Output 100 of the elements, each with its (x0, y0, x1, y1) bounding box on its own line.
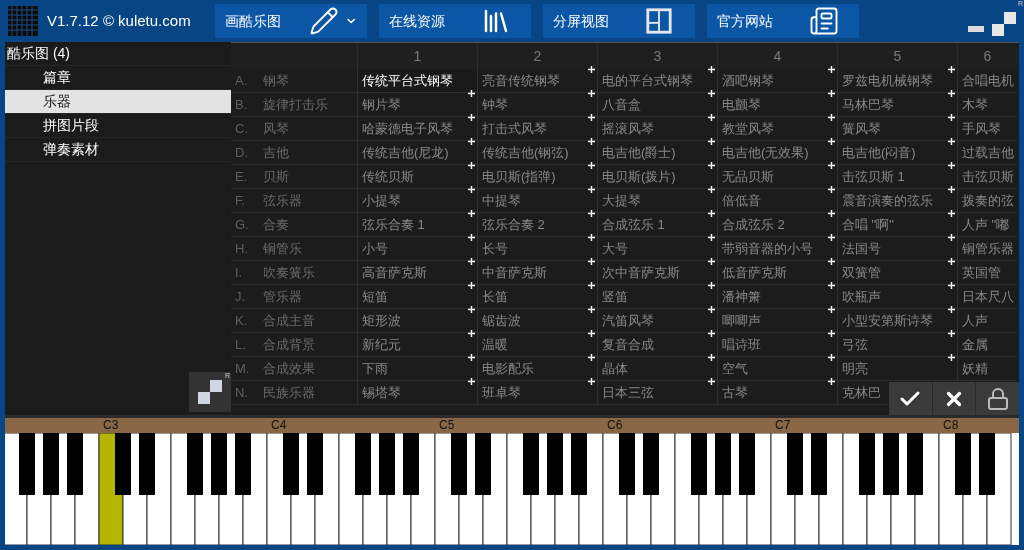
instrument-cell[interactable]: 长号 (477, 237, 597, 261)
add-icon[interactable] (468, 162, 475, 169)
instrument-cell[interactable]: 电吉他(无效果) (717, 141, 837, 165)
instrument-cell[interactable]: 锯齿波 (477, 309, 597, 333)
add-icon[interactable] (588, 90, 595, 97)
instrument-cell[interactable]: 电影配乐 (477, 357, 597, 381)
instrument-cell[interactable]: 弦乐合奏 2 (477, 213, 597, 237)
instrument-cell[interactable]: 过载吉他 (957, 141, 1017, 165)
menu-button[interactable]: 在线资源 (379, 4, 531, 38)
add-icon[interactable] (708, 258, 715, 265)
instrument-cell[interactable]: 倍低音 (717, 189, 837, 213)
add-icon[interactable] (588, 186, 595, 193)
instrument-cell[interactable]: 小提琴 (357, 189, 477, 213)
instrument-cell[interactable]: 短笛 (357, 285, 477, 309)
add-icon[interactable] (948, 258, 955, 265)
instrument-cell[interactable]: 亮音传统钢琴 (477, 69, 597, 93)
add-icon[interactable] (948, 306, 955, 313)
instrument-cell[interactable]: 新纪元 (357, 333, 477, 357)
instrument-cell[interactable]: 下雨 (357, 357, 477, 381)
add-icon[interactable] (948, 354, 955, 361)
add-icon[interactable] (468, 210, 475, 217)
add-icon[interactable] (468, 90, 475, 97)
add-icon[interactable] (948, 210, 955, 217)
instrument-cell[interactable]: 八音盒 (597, 93, 717, 117)
instrument-cell[interactable]: 传统平台式钢琴 (357, 69, 477, 93)
add-icon[interactable] (708, 210, 715, 217)
add-icon[interactable] (828, 90, 835, 97)
instrument-cell[interactable]: 高音萨克斯 (357, 261, 477, 285)
add-icon[interactable] (708, 330, 715, 337)
add-icon[interactable] (468, 354, 475, 361)
piano-keyboard[interactable] (5, 433, 1019, 545)
instrument-cell[interactable]: 弓弦 (837, 333, 957, 357)
sidebar-item[interactable]: 乐器 (5, 90, 231, 114)
instrument-cell[interactable]: 带弱音器的小号 (717, 237, 837, 261)
add-icon[interactable] (828, 234, 835, 241)
instrument-cell[interactable]: 人声 "嘟 (957, 213, 1017, 237)
instrument-cell[interactable]: 金属 (957, 333, 1017, 357)
instrument-cell[interactable]: 传统吉他(尼龙) (357, 141, 477, 165)
instrument-cell[interactable]: 古琴 (717, 381, 837, 405)
add-icon[interactable] (948, 138, 955, 145)
add-icon[interactable] (708, 90, 715, 97)
instrument-cell[interactable]: 电颤琴 (717, 93, 837, 117)
instrument-cell[interactable]: 大号 (597, 237, 717, 261)
instrument-cell[interactable]: 簧风琴 (837, 117, 957, 141)
instrument-cell[interactable]: 合唱 "啊" (837, 213, 957, 237)
add-icon[interactable] (708, 138, 715, 145)
instrument-cell[interactable]: 班卓琴 (477, 381, 597, 405)
add-icon[interactable] (708, 282, 715, 289)
add-icon[interactable] (588, 330, 595, 337)
add-icon[interactable] (468, 306, 475, 313)
instrument-cell[interactable]: 钟琴 (477, 93, 597, 117)
add-icon[interactable] (588, 66, 595, 73)
add-icon[interactable] (948, 282, 955, 289)
instrument-cell[interactable]: 长笛 (477, 285, 597, 309)
add-icon[interactable] (948, 114, 955, 121)
menu-button[interactable]: 分屏视图 (543, 4, 695, 38)
add-icon[interactable] (588, 354, 595, 361)
instrument-cell[interactable]: 双簧管 (837, 261, 957, 285)
add-icon[interactable] (588, 210, 595, 217)
instrument-cell[interactable]: 手风琴 (957, 117, 1017, 141)
add-icon[interactable] (828, 378, 835, 385)
instrument-cell[interactable]: 妖精 (957, 357, 1017, 381)
instrument-cell[interactable]: 电贝斯(拨片) (597, 165, 717, 189)
add-icon[interactable] (828, 114, 835, 121)
instrument-cell[interactable]: 电贝斯(指弹) (477, 165, 597, 189)
instrument-cell[interactable]: 汽笛风琴 (597, 309, 717, 333)
add-icon[interactable] (708, 354, 715, 361)
add-icon[interactable] (468, 138, 475, 145)
add-icon[interactable] (468, 186, 475, 193)
instrument-cell[interactable]: 中音萨克斯 (477, 261, 597, 285)
add-icon[interactable] (468, 378, 475, 385)
instrument-cell[interactable]: 矩形波 (357, 309, 477, 333)
instrument-cell[interactable]: 酒吧钢琴 (717, 69, 837, 93)
menu-button[interactable]: 官方网站 (707, 4, 859, 38)
add-icon[interactable] (828, 186, 835, 193)
instrument-cell[interactable]: 复音合成 (597, 333, 717, 357)
instrument-cell[interactable]: 吹瓶声 (837, 285, 957, 309)
instrument-cell[interactable]: 震音演奏的弦乐 (837, 189, 957, 213)
instrument-cell[interactable]: 日本尺八 (957, 285, 1017, 309)
add-icon[interactable] (588, 378, 595, 385)
instrument-cell[interactable]: 唱诗班 (717, 333, 837, 357)
add-icon[interactable] (588, 234, 595, 241)
add-icon[interactable] (828, 330, 835, 337)
add-icon[interactable] (468, 258, 475, 265)
add-icon[interactable] (948, 330, 955, 337)
restore-button[interactable] (992, 12, 1016, 36)
instrument-cell[interactable]: 克林巴 (837, 381, 887, 405)
add-icon[interactable] (948, 66, 955, 73)
instrument-cell[interactable]: 摇滚风琴 (597, 117, 717, 141)
add-icon[interactable] (588, 282, 595, 289)
instrument-cell[interactable]: 竖笛 (597, 285, 717, 309)
instrument-cell[interactable]: 空气 (717, 357, 837, 381)
add-icon[interactable] (708, 234, 715, 241)
layout-toggle-button[interactable] (189, 372, 231, 412)
add-icon[interactable] (828, 258, 835, 265)
instrument-cell[interactable]: 教堂风琴 (717, 117, 837, 141)
instrument-cell[interactable]: 哈蒙德电子风琴 (357, 117, 477, 141)
instrument-cell[interactable]: 合成弦乐 1 (597, 213, 717, 237)
instrument-cell[interactable]: 潘神箫 (717, 285, 837, 309)
instrument-cell[interactable]: 晶体 (597, 357, 717, 381)
